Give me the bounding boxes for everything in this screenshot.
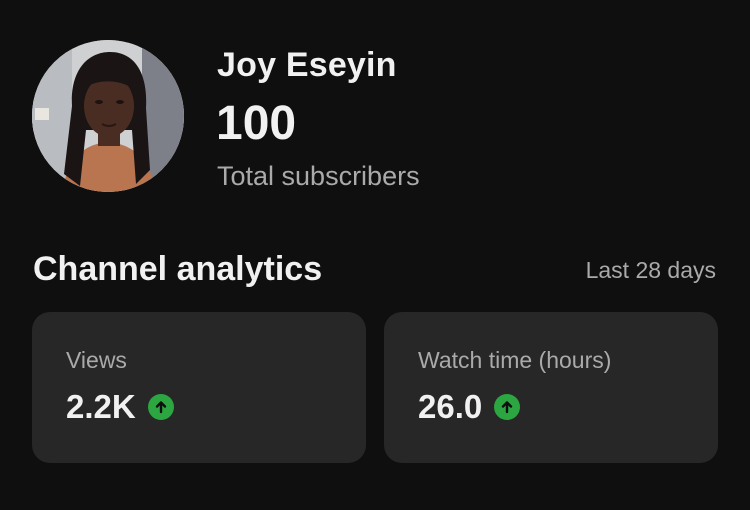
analytics-title: Channel analytics	[33, 250, 323, 288]
watch-time-value: 26.0	[418, 388, 483, 425]
watch-time-value-row: 26.0	[418, 388, 521, 426]
channel-avatar[interactable]	[32, 40, 184, 192]
channel-name: Joy Eseyin	[217, 46, 397, 84]
views-value: 2.2K	[66, 388, 136, 425]
arrow-up-circle-icon	[494, 394, 521, 420]
views-label: Views	[66, 347, 127, 373]
watch-time-label: Watch time (hours)	[418, 347, 612, 373]
views-card[interactable]: Views 2.2K	[32, 312, 366, 463]
arrow-up-circle-icon	[147, 394, 174, 420]
channel-dashboard: Joy Eseyin 100 Total subscribers Channel…	[0, 0, 750, 510]
watch-time-card[interactable]: Watch time (hours) 26.0	[384, 312, 718, 463]
avatar-photo	[32, 40, 184, 192]
subscriber-label: Total subscribers	[217, 161, 420, 191]
subscriber-count: 100	[216, 97, 297, 150]
analytics-period: Last 28 days	[585, 257, 716, 283]
views-value-row: 2.2K	[66, 388, 174, 426]
